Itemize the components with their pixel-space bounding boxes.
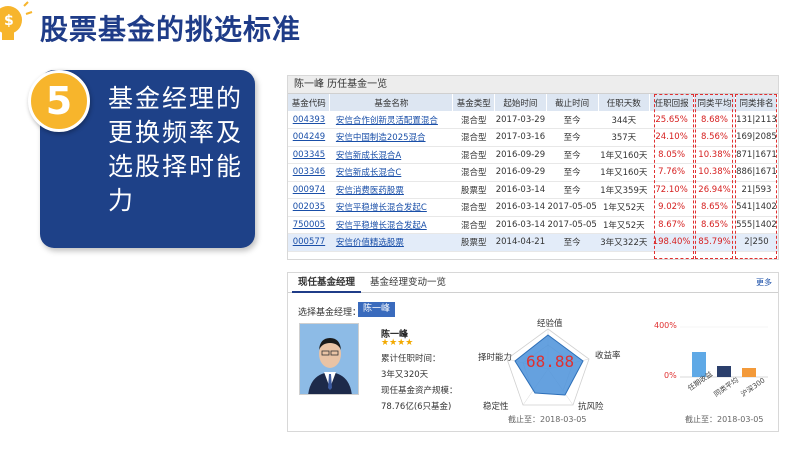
fund-code-link[interactable]: 004393 <box>288 111 330 129</box>
col-header-days: 任职天数 <box>598 94 651 111</box>
aum-label: 现任基金资产规模： <box>381 386 458 396</box>
manager-photo <box>299 323 359 395</box>
radar-label-experience: 经验值 <box>537 319 563 329</box>
lightbulb-icon: $ <box>0 1 33 40</box>
more-link[interactable]: 更多 <box>756 273 772 293</box>
fund-code-link[interactable]: 000577 <box>288 233 330 252</box>
radar-score: 68.88 <box>526 352 575 371</box>
end-date: 2017-05-05 <box>546 198 598 217</box>
fund-type: 混合型 <box>452 146 495 164</box>
col-header-start: 起始时间 <box>494 94 547 111</box>
bar-label-peer-average: 同类平均 <box>712 375 740 398</box>
tenure-days: 1年又359天 <box>598 181 650 199</box>
tenure-days: 1年又160天 <box>598 146 650 164</box>
radar-label-return: 收益率 <box>595 351 621 361</box>
radar-label-risk: 抗风险 <box>578 402 604 412</box>
end-date: 2017-05-05 <box>546 216 598 234</box>
col-header-code: 基金代码 <box>288 94 331 111</box>
fund-type: 混合型 <box>452 128 495 147</box>
start-date: 2017-03-29 <box>494 111 547 129</box>
start-date: 2016-09-29 <box>494 146 547 164</box>
end-date: 至今 <box>546 146 598 164</box>
manager-panel: 现任基金经理 基金经理变动一览 更多 选择基金经理： 陈一峰 陈一峰 ★★★★ … <box>287 272 779 432</box>
highlight-box-avg <box>695 94 733 259</box>
tenure-value: 3年又320天 <box>381 370 429 380</box>
bar-tick-top: 400% <box>654 321 677 330</box>
fund-type: 股票型 <box>452 233 495 252</box>
bar-label-hs300: 沪深300 <box>739 376 767 399</box>
end-date: 至今 <box>546 111 598 129</box>
bar-peer-average <box>717 366 731 377</box>
fund-name-link[interactable]: 安信新成长混合A <box>329 146 453 164</box>
col-header-name: 基金名称 <box>329 94 454 111</box>
tenure-days: 1年又160天 <box>598 163 650 182</box>
return-bar-chart: 任期收益 同类平均 沪深300 <box>680 326 768 399</box>
history-panel: 陈一峰 历任基金一览 基金代码 基金名称 基金类型 起始时间 截止时间 任职天数… <box>287 75 779 260</box>
fund-code-link[interactable]: 750005 <box>288 216 330 234</box>
start-date: 2017-03-16 <box>494 128 547 147</box>
fund-type: 混合型 <box>452 198 495 217</box>
tab-current-manager[interactable]: 现任基金经理 <box>292 273 362 293</box>
end-date: 至今 <box>546 233 598 252</box>
tab-manager-changes[interactable]: 基金经理变动一览 <box>364 273 452 293</box>
end-date: 至今 <box>546 163 598 182</box>
fund-type: 混合型 <box>452 111 495 129</box>
fund-name-link[interactable]: 安信平稳增长混合发起A <box>329 216 453 234</box>
tenure-days: 1年又52天 <box>598 216 650 234</box>
selected-manager-chip[interactable]: 陈一峰 <box>358 302 396 317</box>
manager-rating-stars: ★★★★ <box>381 338 414 348</box>
aum-value: 78.76亿(6只基金) <box>381 402 452 412</box>
slide-title: 股票基金的挑选标准 <box>40 13 302 46</box>
fund-code-link[interactable]: 002035 <box>288 198 330 217</box>
fund-code-link[interactable]: 000974 <box>288 181 330 199</box>
start-date: 2014-04-21 <box>494 233 547 252</box>
fund-type: 股票型 <box>452 181 495 199</box>
tenure-days: 3年又322天 <box>598 233 650 252</box>
highlight-box-rank <box>735 94 777 259</box>
tenure-label: 累计任职时间： <box>381 354 441 364</box>
highlight-box-return <box>654 94 694 259</box>
fund-name-link[interactable]: 安信中国制造2025混合 <box>329 128 453 147</box>
col-header-type: 基金类型 <box>452 94 496 111</box>
bar-hs300 <box>742 368 756 377</box>
start-date: 2016-03-14 <box>494 181 547 199</box>
end-date: 至今 <box>546 181 598 199</box>
radar-label-stability: 稳定性 <box>483 402 509 412</box>
end-date: 至今 <box>546 128 598 147</box>
start-date: 2016-09-29 <box>494 163 547 182</box>
history-panel-title: 陈一峰 历任基金一览 <box>288 76 778 94</box>
start-date: 2016-03-14 <box>494 198 547 217</box>
fund-type: 混合型 <box>452 216 495 234</box>
fund-code-link[interactable]: 003345 <box>288 146 330 164</box>
fund-code-link[interactable]: 003346 <box>288 163 330 182</box>
bar-tick-zero: 0% <box>664 371 677 380</box>
fund-name-link[interactable]: 安信新成长混合C <box>329 163 453 182</box>
tenure-days: 357天 <box>598 128 650 147</box>
fund-name-link[interactable]: 安信消费医药股票 <box>329 181 453 199</box>
col-header-end: 截止时间 <box>546 94 599 111</box>
fund-type: 混合型 <box>452 163 495 182</box>
radar-label-timing: 择时能力 <box>478 353 513 363</box>
tenure-days: 344天 <box>598 111 650 129</box>
svg-text:$: $ <box>4 13 14 29</box>
tenure-days: 1年又52天 <box>598 198 650 217</box>
manager-tabs: 现任基金经理 基金经理变动一览 更多 <box>288 273 778 293</box>
step-number-badge: 5 <box>28 70 90 132</box>
topic-card-text: 基金经理的更换频率及选股择时能力 <box>108 84 244 215</box>
bar-date: 截止至：2018-03-05 <box>685 415 764 424</box>
start-date: 2016-03-14 <box>494 216 547 234</box>
radar-date: 截止至：2018-03-05 <box>508 415 587 424</box>
fund-name-link[interactable]: 安信合作创新灵活配置混合 <box>329 111 453 129</box>
select-manager-label: 选择基金经理： <box>298 308 362 318</box>
fund-name-link[interactable]: 安信平稳增长混合发起C <box>329 198 453 217</box>
fund-code-link[interactable]: 004249 <box>288 128 330 147</box>
fund-name-link[interactable]: 安信价值精选股票 <box>329 233 453 252</box>
